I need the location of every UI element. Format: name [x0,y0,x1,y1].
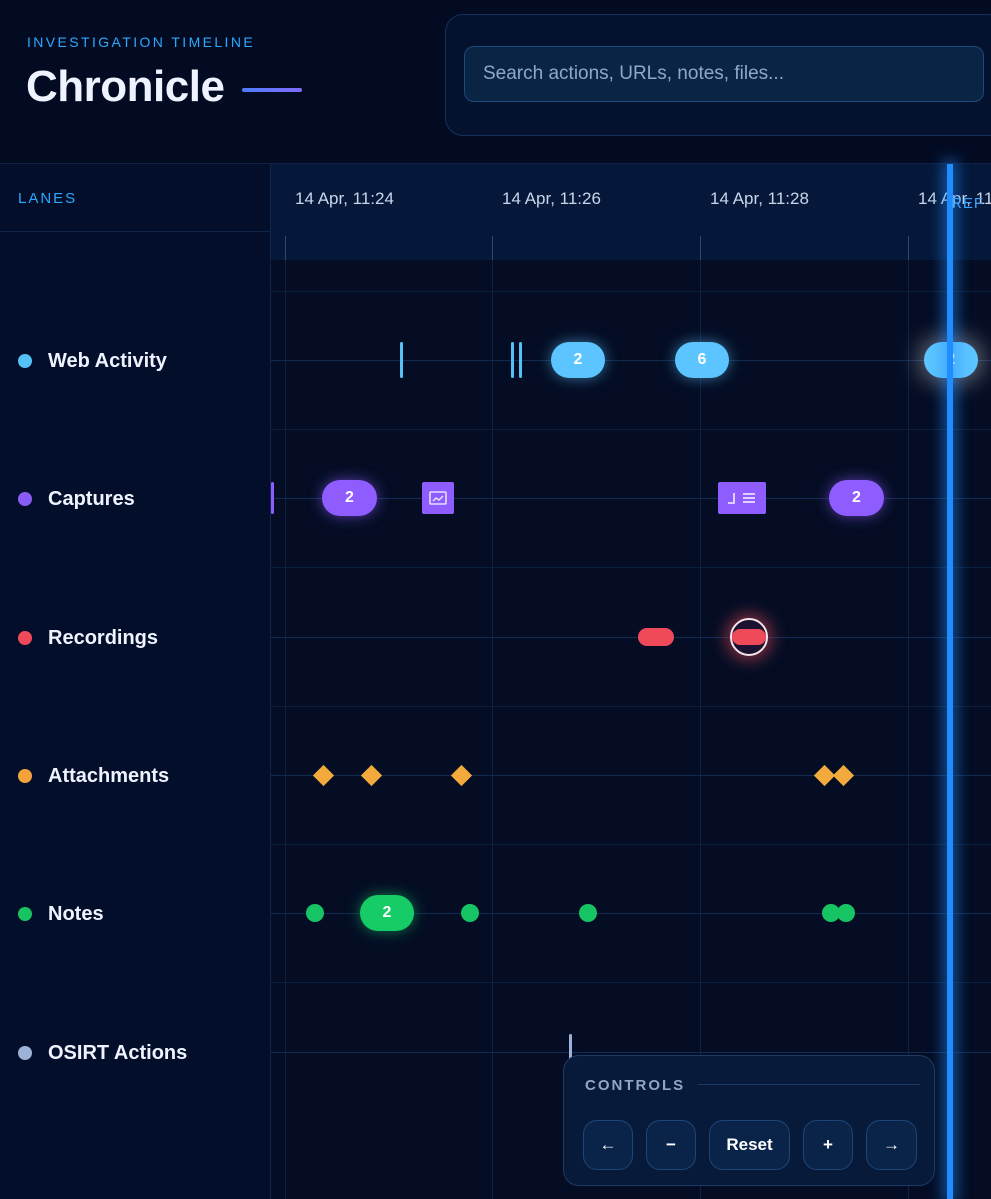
lane-dot-captures [18,492,32,506]
attachment-event-diamond[interactable] [360,764,383,787]
lane-attachments[interactable]: Attachments [18,764,169,788]
pan-left-button[interactable]: ← [583,1120,633,1170]
capture-cluster-badge[interactable]: 2 [322,480,377,516]
time-axis: 14 Apr, 11:24 14 Apr, 11:26 14 Apr, 11:2… [271,164,991,260]
controls-divider [698,1084,920,1085]
axis-tick-label: 14 Apr, 11:24 [295,189,394,208]
grid-hline [271,982,991,983]
note-event-dot[interactable] [579,904,597,922]
reference-time-line[interactable] [947,164,953,1199]
capture-event-marker[interactable] [271,482,274,514]
lane-web-activity[interactable]: Web Activity [18,349,167,373]
axis-tick [492,236,493,260]
lane-dot-notes [18,907,32,921]
grid-hline [271,706,991,707]
grid-hline [271,844,991,845]
controls-title: CONTROLS [585,1077,686,1094]
zoom-in-button[interactable]: + [803,1120,853,1170]
grid-hline [271,567,991,568]
lanes-divider [0,231,270,232]
recording-event-bar[interactable] [638,628,674,646]
recording-selected-marker[interactable] [730,618,768,656]
lane-dot-recordings [18,631,32,645]
controls-panel: CONTROLS ← − Reset + → [563,1055,935,1186]
lane-label: Notes [48,902,104,925]
lane-captures[interactable]: Captures [18,487,135,511]
lane-label: Attachments [48,764,170,787]
image-icon [429,491,447,505]
grid-vline [492,260,493,1199]
lane-dot-osirt [18,1046,32,1060]
title-row: Chronicle [26,62,303,112]
lane-label: Recordings [48,626,159,649]
lane-label: Web Activity [48,349,167,372]
pan-right-button[interactable]: → [866,1120,917,1170]
search-placeholder: Search actions, URLs, notes, files... [483,63,784,84]
attachment-event-diamond[interactable] [450,764,473,787]
web-event-marker[interactable] [519,342,522,378]
web-event-marker[interactable] [400,342,403,378]
search-input[interactable]: Search actions, URLs, notes, files... [464,46,984,102]
lane-track-osirt [271,1052,991,1053]
axis-tick-label: 14 Apr, 11:28 [710,189,809,208]
lane-dot-attachments [18,769,32,783]
note-event-dot[interactable] [461,904,479,922]
axis-tick-label: 14 Apr, 11:26 [502,189,601,208]
grid-hline [271,429,991,430]
lane-notes[interactable]: Notes [18,902,104,926]
attachment-event-diamond[interactable] [312,764,335,787]
lane-osirt-actions[interactable]: OSIRT Actions [18,1041,187,1065]
lane-recordings[interactable]: Recordings [18,626,158,650]
axis-tick [700,236,701,260]
web-event-marker[interactable] [511,342,514,378]
capture-cluster-badge[interactable]: 2 [829,480,884,516]
search-panel: Search actions, URLs, notes, files... [445,14,991,136]
note-cluster-badge[interactable]: 2 [360,895,414,931]
lane-dot-web [18,354,32,368]
axis-tick [908,236,909,260]
capture-image-icon[interactable] [422,482,454,514]
note-event-dot[interactable] [837,904,855,922]
app-title: Chronicle [26,62,225,111]
zoom-out-button[interactable]: − [646,1120,696,1170]
capture-document-icon[interactable] [718,482,766,514]
reference-time-label: REF [951,195,984,212]
lane-label: Captures [48,487,135,510]
note-event-dot[interactable] [306,904,324,922]
title-accent-line [242,88,303,92]
recording-event-bar [732,629,766,645]
app-header: INVESTIGATION TIMELINE Chronicle Search … [0,0,991,164]
lanes-title: LANES [18,190,78,207]
lane-track-web [271,360,991,361]
attachment-event-diamond[interactable] [832,764,855,787]
web-cluster-badge[interactable]: 2 [551,342,605,378]
app-subtitle: INVESTIGATION TIMELINE [27,34,256,50]
document-icon [728,493,755,504]
lane-label: OSIRT Actions [48,1041,188,1064]
lane-track-recordings [271,637,991,638]
reset-button[interactable]: Reset [709,1120,790,1170]
grid-hline [271,291,991,292]
axis-tick [285,236,286,260]
grid-vline [285,260,286,1199]
web-cluster-badge[interactable]: 6 [675,342,729,378]
